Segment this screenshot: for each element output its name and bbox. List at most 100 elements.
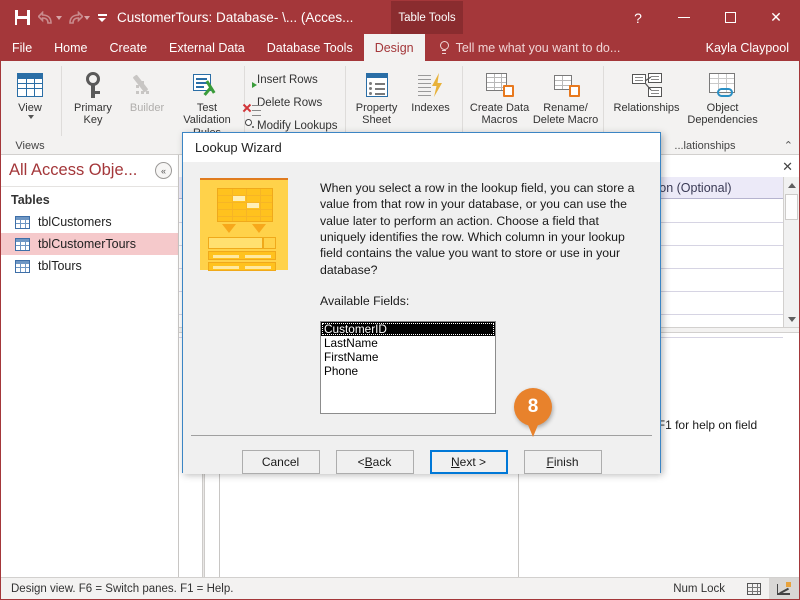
customize-quick-access-toolbar-button[interactable] (93, 5, 111, 31)
design-view-icon (777, 581, 791, 595)
redo-dropdown-caret[interactable] (84, 15, 90, 20)
undo-dropdown-caret[interactable] (56, 15, 62, 20)
insert-rows-button[interactable]: Insert Rows (249, 68, 341, 91)
scroll-up-button[interactable] (784, 177, 799, 193)
ribbon-group-separator (244, 66, 245, 136)
minimize-icon (678, 16, 690, 19)
sidebar-item-label: tblCustomers (38, 215, 112, 229)
restore-button[interactable] (707, 1, 753, 34)
available-fields-listbox[interactable]: CustomerID LastName FirstName Phone (320, 321, 496, 414)
design-grid-scrollbar[interactable] (783, 177, 799, 327)
relationships-label: Relationships (613, 102, 680, 114)
save-button[interactable] (9, 5, 35, 31)
create-data-macro-icon (485, 68, 514, 102)
validation-check-icon (193, 68, 221, 102)
title-bar: CustomerTours: Database- \... (Acces... … (1, 1, 799, 34)
navigation-pane-title: All Access Obje... (9, 161, 138, 179)
tab-home[interactable]: Home (43, 34, 98, 61)
close-button[interactable]: ✕ (753, 1, 799, 34)
object-dependencies-button[interactable]: Object Dependencies (686, 64, 760, 127)
builder-button[interactable]: Builder (120, 64, 174, 114)
design-view-button[interactable] (769, 577, 799, 599)
list-item[interactable]: Phone (321, 364, 495, 378)
available-fields-label: Available Fields: (320, 294, 410, 308)
account-name[interactable]: Kayla Claypool (706, 34, 789, 61)
rename-delete-macro-icon (552, 68, 580, 102)
dialog-title: Lookup Wizard (183, 133, 660, 162)
tell-me-search[interactable]: Tell me what you want to do... (425, 34, 621, 61)
tab-design[interactable]: Design (363, 34, 425, 61)
collapse-navigation-pane-icon[interactable]: « (155, 162, 172, 179)
back-button[interactable]: < Back (335, 450, 414, 474)
status-bar-right: Num Lock (673, 577, 799, 600)
create-data-macros-label: Create Data Macros (469, 102, 530, 127)
wand-icon (132, 68, 160, 102)
navigation-pane: All Access Obje... « Tables tblCustomers… (1, 155, 179, 599)
tab-external-data[interactable]: External Data (158, 34, 256, 61)
undo-button[interactable] (37, 5, 63, 31)
sidebar-item-label: tblCustomerTours (38, 237, 136, 251)
ribbon-group-separator (461, 66, 463, 136)
help-button[interactable]: ? (615, 1, 661, 34)
tab-file[interactable]: File (1, 34, 43, 61)
scroll-down-button[interactable] (784, 311, 799, 327)
list-item[interactable]: LastName (321, 336, 495, 350)
delete-rows-button[interactable]: Delete Rows (242, 91, 341, 116)
indexes-icon (417, 68, 444, 102)
property-sheet-label: Property Sheet (355, 102, 398, 127)
ribbon-group-separator (61, 66, 62, 136)
indexes-button[interactable]: Indexes (404, 64, 458, 114)
nav-group-tables: Tables (11, 193, 50, 207)
dialog-instruction-text: When you select a row in the lookup fiel… (320, 181, 635, 277)
rename-delete-macro-button[interactable]: Rename/ Delete Macro (533, 64, 599, 127)
scrollbar-thumb[interactable] (785, 194, 798, 220)
builder-label: Builder (129, 102, 165, 114)
next-button[interactable]: Next > (429, 450, 508, 474)
collapse-ribbon-button[interactable]: ⌃ (784, 139, 793, 152)
list-item[interactable]: CustomerID (321, 322, 495, 336)
dialog-separator (191, 435, 652, 436)
ribbon-group-label-views: Views (15, 140, 45, 152)
minimize-button[interactable] (661, 1, 707, 34)
key-icon (82, 68, 104, 102)
lightbulb-icon (439, 40, 450, 55)
test-validation-rules-button[interactable]: Test Validation Rules (174, 64, 240, 139)
ribbon-tab-bar: File Home Create External Data Database … (1, 34, 799, 61)
cancel-button[interactable]: Cancel (241, 450, 320, 474)
window-title: CustomerTours: Database- \... (Acces... (117, 10, 354, 25)
modify-lookups-label: Modify Lookups (257, 119, 338, 132)
redo-icon (69, 10, 83, 24)
create-data-macros-button[interactable]: Create Data Macros (467, 64, 533, 127)
sidebar-item-tblcustomers[interactable]: tblCustomers (1, 211, 178, 233)
datasheet-view-icon (747, 582, 761, 595)
close-document-button[interactable]: ✕ (782, 159, 793, 175)
primary-key-button[interactable]: Primary Key (66, 64, 120, 127)
rename-delete-macro-label: Rename/ Delete Macro (532, 102, 599, 127)
property-sheet-button[interactable]: Property Sheet (350, 64, 404, 127)
datasheet-view-button[interactable] (739, 578, 769, 600)
dialog-button-row: Cancel < Back Next > Finish (183, 450, 660, 474)
indexes-label: Indexes (411, 102, 450, 114)
ribbon-group-separator (344, 66, 346, 136)
contextual-tab-label: Table Tools (391, 1, 463, 34)
finish-button[interactable]: Finish (523, 450, 602, 474)
access-application-window: CustomerTours: Database- \... (Acces... … (0, 0, 800, 600)
ribbon-group-views: View Views (1, 61, 59, 154)
view-dropdown-caret[interactable] (27, 115, 34, 120)
object-dependencies-icon (708, 68, 737, 102)
tab-database-tools[interactable]: Database Tools (256, 34, 364, 61)
object-dependencies-label: Object Dependencies (687, 102, 758, 127)
relationships-button[interactable]: Relationships (608, 64, 686, 114)
view-button[interactable]: View (3, 64, 57, 120)
sidebar-item-tblcustomertours[interactable]: tblCustomerTours (1, 233, 178, 255)
lookup-wizard-dialog: Lookup Wizard When you select a row in t… (182, 132, 661, 474)
list-item[interactable]: FirstName (321, 350, 495, 364)
view-button-label: View (18, 102, 42, 114)
view-table-icon (17, 68, 43, 102)
tell-me-placeholder: Tell me what you want to do... (455, 40, 621, 55)
num-lock-indicator: Num Lock (673, 582, 725, 595)
lookup-wizard-illustration (200, 178, 288, 271)
sidebar-item-tbltours[interactable]: tblTours (1, 255, 178, 277)
redo-button[interactable] (65, 5, 91, 31)
tab-create[interactable]: Create (99, 34, 159, 61)
